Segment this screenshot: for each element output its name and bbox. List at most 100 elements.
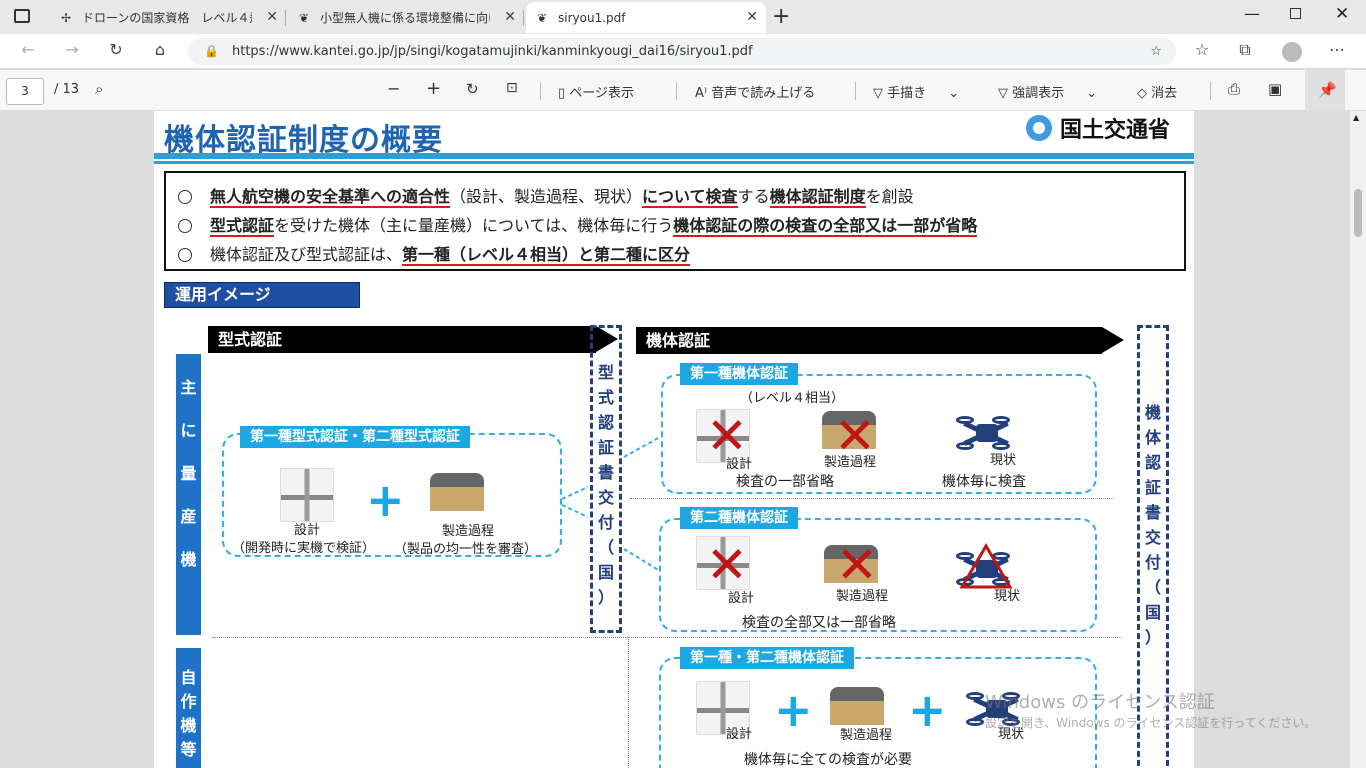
fit-page-icon[interactable]: ⊡ bbox=[506, 80, 518, 96]
scroll-up-icon[interactable]: ▲ bbox=[1353, 113, 1359, 122]
class12-all: 機体毎に全ての検査が必要 bbox=[744, 752, 912, 768]
home-button[interactable]: ⌂ bbox=[148, 40, 172, 59]
bullet-2: 型式認証を受けた機体（主に量産機）については、機体毎に行う機体認証の際の検査の全… bbox=[178, 212, 978, 237]
restore-button[interactable] bbox=[1290, 8, 1301, 19]
page-total: / 13 bbox=[54, 82, 80, 97]
rotate-icon[interactable]: ↻ bbox=[466, 80, 479, 98]
bullet-3: 機体認証及び型式認証は、第一種（レベル４相当）と第二種に区分 bbox=[178, 241, 691, 266]
bullet-emph: 機体認証制度 bbox=[769, 187, 866, 208]
read-aloud-button[interactable]: A⁾ 音声で読み上げる bbox=[695, 82, 815, 101]
favorites-icon[interactable]: ☆ bbox=[1190, 40, 1214, 59]
airframe-cert-header: 機体認証 bbox=[636, 327, 1124, 354]
drone-icon bbox=[956, 413, 1016, 453]
new-tab-button[interactable]: + bbox=[772, 4, 790, 29]
bullet-emph: 無人航空機の安全基準への適合性 bbox=[210, 187, 451, 208]
profile-avatar[interactable] bbox=[1282, 42, 1302, 62]
close-window-button[interactable]: ✕ bbox=[1335, 4, 1349, 24]
mass-prod-char: 機 bbox=[180, 550, 197, 569]
mass-prod-char: 産 bbox=[180, 507, 197, 526]
summary-box: 無人航空機の安全基準への適合性（設計、製造過程、現状）について検査する機体認証制… bbox=[164, 171, 1186, 271]
chevron-down-icon: ⌄ bbox=[948, 86, 960, 101]
class12-label: 第一種・第二種機体認証 bbox=[680, 647, 854, 669]
tab-strip: ✢ ドローンの国家資格 レベル４飛行の ✕ ❦ 小型無人機に係る環境整備に向けた… bbox=[0, 0, 1366, 34]
bullet-text: （設計、製造過程、現状） bbox=[450, 187, 643, 206]
scrollbar[interactable]: ▲ bbox=[1350, 111, 1366, 768]
address-bar: ← → ↻ ⌂ 🔒 https://www.kantei.go.jp/jp/si… bbox=[0, 34, 1366, 69]
tab-drone[interactable]: ✢ ドローンの国家資格 レベル４飛行の ✕ bbox=[50, 2, 286, 33]
class2-label: 第二種機体認証 bbox=[680, 507, 798, 529]
tab-title: ドローンの国家資格 レベル４飛行の bbox=[82, 11, 252, 25]
pdf-toolbar: 3 / 13 ⌕ − + ↻ ⊡ ▯ ページ表示 A⁾ 音声で読み上げる ▽ 手… bbox=[0, 70, 1366, 111]
class12-mfg: 製造過程 bbox=[840, 728, 893, 743]
refresh-button[interactable]: ↻ bbox=[104, 40, 128, 59]
tab-pdf[interactable]: ❦ siryou1.pdf ✕ bbox=[526, 2, 766, 33]
type-cert-header: 型式認証 bbox=[208, 326, 618, 353]
erase-label: 消去 bbox=[1151, 86, 1178, 101]
class2-mfg: 製造過程 bbox=[836, 589, 889, 604]
class2-status: 現状 bbox=[994, 589, 1021, 604]
airframe-cert-issue-char: 書 bbox=[1144, 503, 1161, 522]
airframe-cert-issue-char: ） bbox=[1144, 628, 1161, 647]
scrollbar-thumb[interactable] bbox=[1354, 189, 1362, 237]
tab-actions-icon[interactable] bbox=[14, 9, 30, 23]
zoom-in-icon[interactable]: + bbox=[426, 78, 441, 99]
watermark: Windows のライセンス認証 bbox=[985, 692, 1215, 713]
class1-omit: 検査の一部省略 bbox=[736, 474, 834, 490]
print-icon[interactable]: ⎙ bbox=[1228, 80, 1240, 98]
self-made-char: 自 bbox=[180, 668, 197, 687]
bullet-emph: について検査 bbox=[642, 187, 738, 208]
class2-omit: 検査の全部又は一部省略 bbox=[742, 615, 896, 631]
pin-toolbar-button[interactable]: 📌 bbox=[1305, 70, 1345, 111]
close-tab-icon[interactable]: ✕ bbox=[746, 9, 758, 25]
page-view-button[interactable]: ▯ ページ表示 bbox=[558, 82, 634, 101]
close-tab-icon[interactable]: ✕ bbox=[266, 9, 278, 25]
row-divider bbox=[212, 637, 1122, 638]
column-divider bbox=[628, 637, 629, 768]
bullet-text: する bbox=[737, 187, 770, 206]
url-field[interactable]: 🔒 https://www.kantei.go.jp/jp/singi/koga… bbox=[188, 38, 1176, 65]
airframe-cert-issue-char: 機 bbox=[1144, 403, 1161, 422]
type-cert-issue-char: 式 bbox=[597, 388, 614, 407]
class2-design: 設計 bbox=[728, 591, 755, 606]
self-made-label: 自作機等 bbox=[176, 648, 201, 768]
forward-button[interactable]: → bbox=[60, 40, 84, 59]
section-label: 運用イメージ bbox=[164, 282, 360, 308]
class1-mfg: 製造過程 bbox=[824, 455, 877, 470]
tab-title: 小型無人機に係る環境整備に向けた bbox=[320, 11, 490, 25]
minimize-button[interactable]: — bbox=[1244, 4, 1260, 23]
draw-button[interactable]: ▽ 手描き ⌄ bbox=[873, 82, 959, 101]
favorite-star-icon[interactable]: ☆ bbox=[1150, 38, 1162, 65]
gov-favicon-icon: ❦ bbox=[298, 10, 310, 25]
tab-env[interactable]: ❦ 小型無人機に係る環境整備に向けた ✕ bbox=[288, 2, 524, 33]
mlit-logo-icon bbox=[1026, 115, 1052, 141]
row-divider bbox=[630, 498, 1114, 499]
class1-sub: （レベル４相当） bbox=[740, 391, 845, 406]
back-button[interactable]: ← bbox=[16, 40, 40, 59]
eraser-icon: ◇ bbox=[1137, 86, 1152, 101]
divider bbox=[1210, 82, 1211, 100]
page-number-input[interactable]: 3 bbox=[6, 78, 44, 105]
airframe-cert-issue-char: 交 bbox=[1144, 528, 1161, 547]
self-made-char: 機 bbox=[180, 716, 197, 735]
airframe-cert-issue-char: 付 bbox=[1144, 553, 1161, 572]
cross-icon: ✕ bbox=[836, 536, 878, 594]
highlight-button[interactable]: ▽ 強調表示 ⌄ bbox=[998, 82, 1097, 101]
url-text: https://www.kantei.go.jp/jp/singi/kogata… bbox=[232, 44, 753, 59]
save-icon[interactable]: ▣ bbox=[1268, 80, 1282, 98]
self-made-char: 等 bbox=[180, 740, 197, 759]
search-icon[interactable]: ⌕ bbox=[95, 80, 103, 98]
bullet-text: を受けた機体（主に量産機）については、機体毎に行う bbox=[274, 216, 674, 235]
page-view-label: ページ表示 bbox=[569, 86, 635, 101]
airframe-cert-issue-char: 証 bbox=[1144, 478, 1161, 497]
divider bbox=[855, 82, 856, 100]
close-tab-icon[interactable]: ✕ bbox=[504, 9, 516, 25]
collections-icon[interactable]: ⧉ bbox=[1233, 40, 1257, 60]
plus-icon: + bbox=[366, 473, 405, 527]
erase-button[interactable]: ◇ 消去 bbox=[1137, 82, 1177, 101]
bullet-emph: 第一種（レベル４相当）と第二種に区分 bbox=[402, 245, 691, 266]
zoom-out-icon[interactable]: − bbox=[387, 79, 400, 98]
pdf-page: 機体認証制度の概要 国土交通省 無人航空機の安全基準への適合性（設計、製造過程、… bbox=[154, 111, 1194, 768]
more-menu-icon[interactable]: ⋯ bbox=[1325, 40, 1349, 59]
mass-prod-char: 量 bbox=[180, 464, 197, 483]
ministry-logo: 国土交通省 bbox=[1020, 112, 1177, 144]
